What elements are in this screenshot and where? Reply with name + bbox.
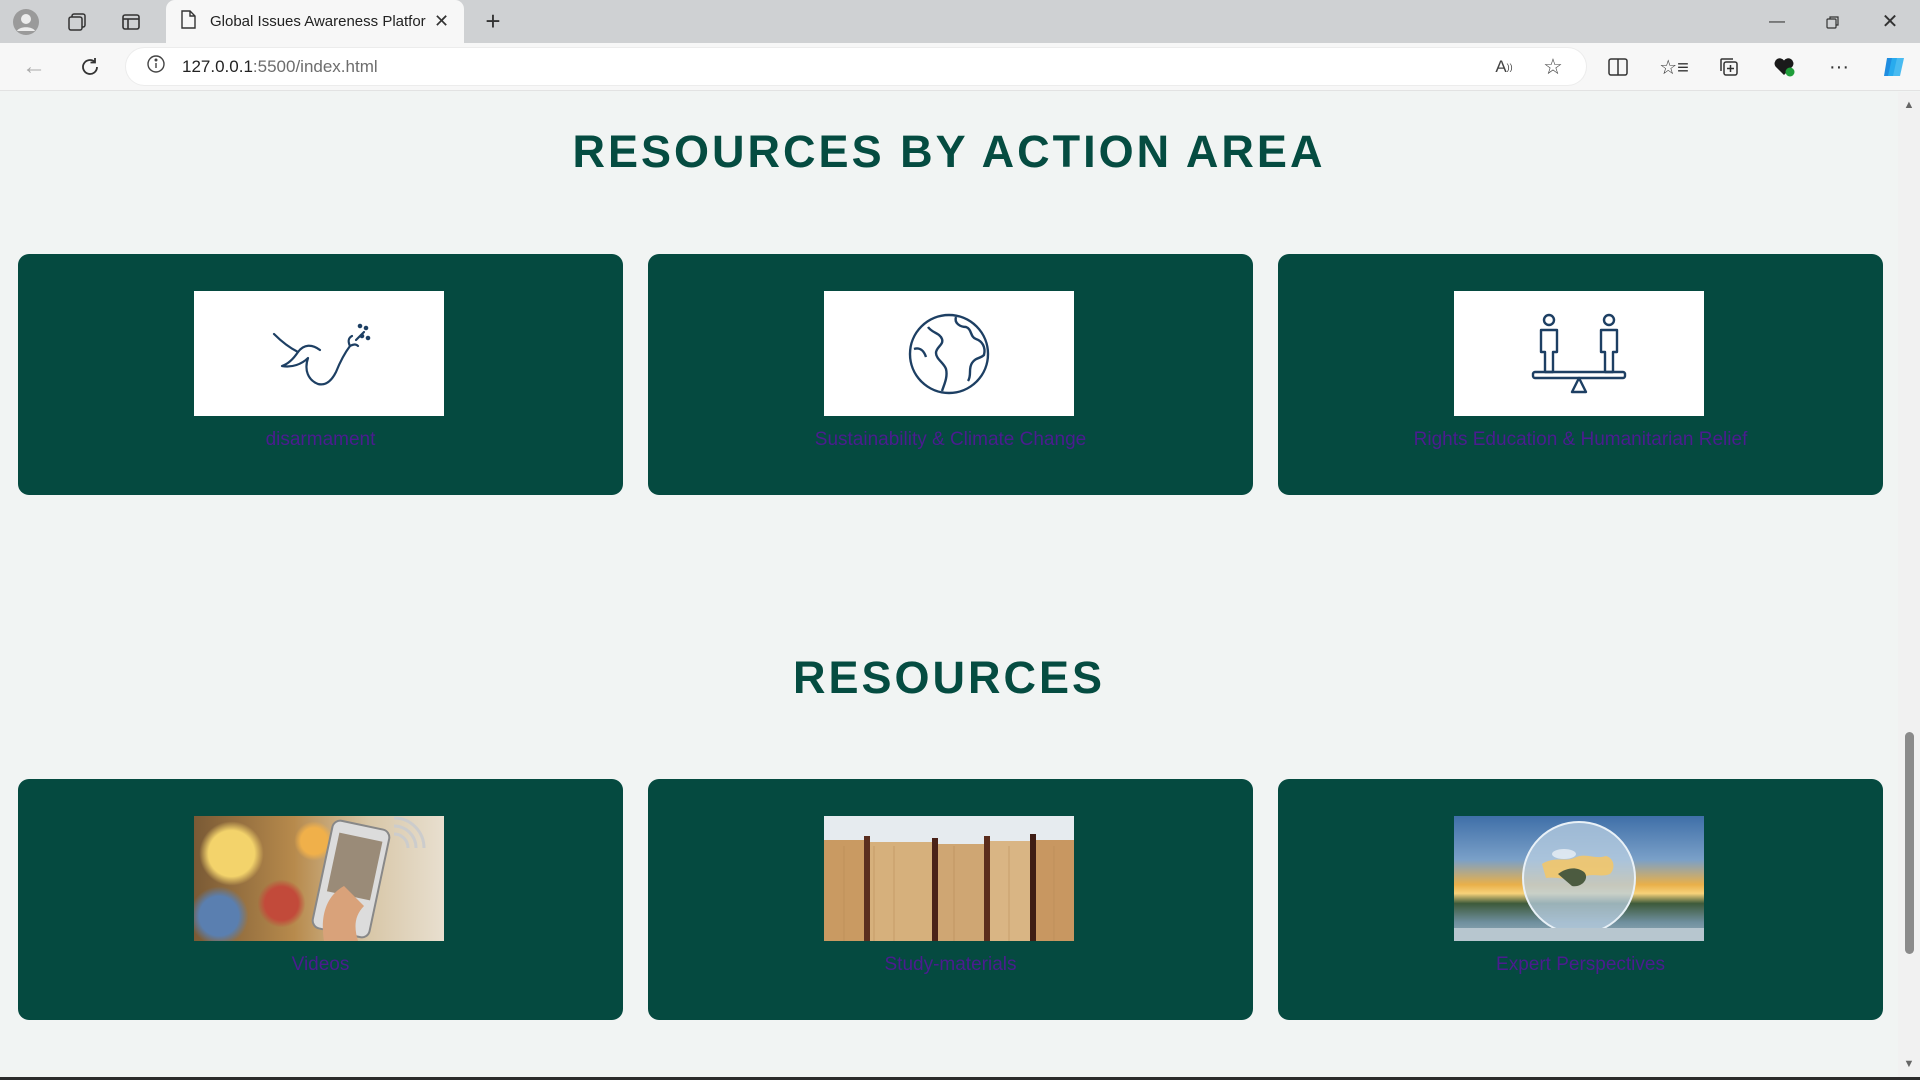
dove-icon — [194, 291, 444, 416]
card-study-materials[interactable]: Study-materials — [648, 779, 1253, 1020]
scroll-up-arrow-icon[interactable]: ▲ — [1902, 98, 1916, 112]
url-text: 127.0.0.1:5500/index.html — [182, 56, 378, 76]
crystal-globe-photo — [1454, 816, 1704, 941]
books-photo — [824, 816, 1074, 941]
balance-people-icon — [1454, 291, 1704, 416]
split-screen-icon[interactable] — [1605, 54, 1631, 80]
favorites-icon[interactable]: ☆≡ — [1659, 54, 1689, 80]
refresh-icon[interactable] — [76, 53, 104, 81]
page-icon — [180, 9, 196, 34]
active-tab[interactable]: Global Issues Awareness Platform ✕ — [166, 0, 464, 43]
page-viewport: RESOURCES BY ACTION AREA disarmament Sus — [0, 92, 1898, 1077]
browser-tab-bar: Global Issues Awareness Platform ✕ + — ✕ — [0, 0, 1920, 43]
close-tab-icon[interactable]: ✕ — [434, 11, 449, 32]
card-label[interactable]: Sustainability & Climate Change — [648, 429, 1253, 451]
card-videos[interactable]: Videos — [18, 779, 623, 1020]
card-sustainability[interactable]: Sustainability & Climate Change — [648, 254, 1253, 495]
profile-icon[interactable] — [12, 8, 40, 36]
browser-toolbar: ← 127.0.0.1:5500/index.html A)) ☆ ☆≡ ··· — [0, 43, 1920, 91]
section-title-action-area: RESOURCES BY ACTION AREA — [572, 126, 1326, 177]
tab-actions-icon[interactable] — [118, 9, 144, 35]
tab-title: Global Issues Awareness Platform — [210, 13, 426, 30]
card-label[interactable]: Videos — [18, 954, 623, 976]
copilot-icon[interactable] — [1880, 53, 1908, 81]
card-expert-perspectives[interactable]: Expert Perspectives — [1278, 779, 1883, 1020]
back-icon[interactable]: ← — [20, 53, 48, 81]
scrollbar-thumb[interactable] — [1905, 732, 1914, 954]
workspaces-icon[interactable] — [64, 9, 90, 35]
new-tab-button[interactable]: + — [478, 6, 508, 36]
minimize-button[interactable]: — — [1749, 0, 1805, 43]
globe-icon — [824, 291, 1074, 416]
card-disarmament[interactable]: disarmament — [18, 254, 623, 495]
browser-essentials-icon[interactable] — [1771, 54, 1797, 80]
card-label[interactable]: Expert Perspectives — [1278, 954, 1883, 976]
scroll-down-arrow-icon[interactable]: ▼ — [1902, 1057, 1916, 1071]
card-rights-education[interactable]: Rights Education & Humanitarian Relief — [1278, 254, 1883, 495]
card-label[interactable]: Rights Education & Humanitarian Relief — [1278, 429, 1883, 451]
favorite-star-icon[interactable]: ☆ — [1540, 54, 1566, 80]
phone-video-photo — [194, 816, 444, 941]
close-window-button[interactable]: ✕ — [1862, 0, 1918, 43]
read-aloud-icon[interactable]: A)) — [1490, 55, 1518, 79]
card-label[interactable]: disarmament — [18, 429, 623, 451]
more-menu-icon[interactable]: ··· — [1826, 54, 1852, 80]
page-scrollbar[interactable]: ▲ ▼ — [1898, 92, 1920, 1077]
restore-button[interactable] — [1805, 0, 1861, 43]
card-label[interactable]: Study-materials — [648, 954, 1253, 976]
address-bar[interactable]: 127.0.0.1:5500/index.html — [126, 48, 1586, 85]
site-info-icon[interactable] — [146, 54, 166, 79]
collections-icon[interactable] — [1716, 54, 1742, 80]
section-title-resources: RESOURCES — [792, 652, 1106, 703]
